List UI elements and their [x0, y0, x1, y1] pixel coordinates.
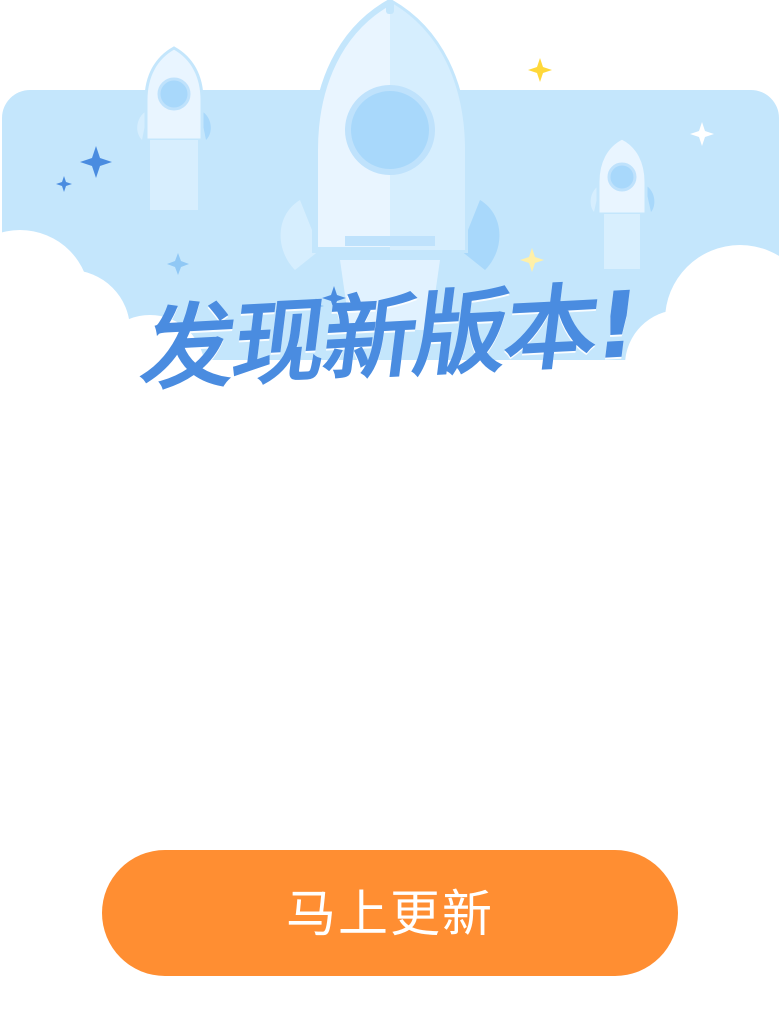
update-now-button[interactable]: 马上更新 [102, 850, 678, 976]
update-dialog: 发现新版本! 马上更新 [0, 0, 779, 1033]
release-notes-area [0, 430, 779, 830]
